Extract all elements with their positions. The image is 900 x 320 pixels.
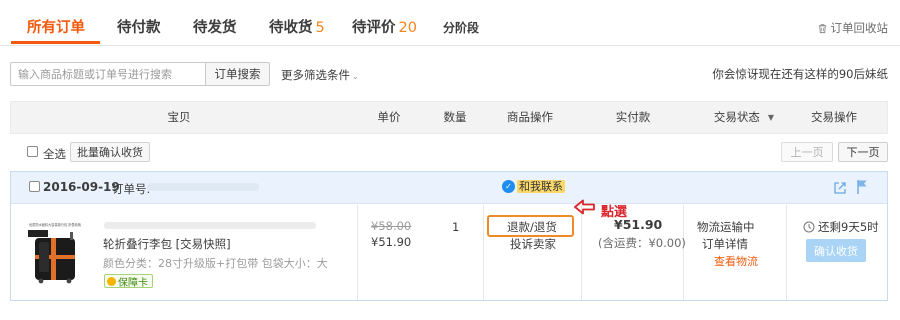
tab-count-badge: 5 xyxy=(315,20,325,36)
original-price: ¥58.00 xyxy=(371,219,412,233)
order-search-input[interactable] xyxy=(10,62,206,86)
orders-table-header: 宝贝 单价 数量 商品操作 实付款 交易状态 ▼ 交易操作 xyxy=(10,101,888,134)
item-quantity: 1 xyxy=(452,220,460,234)
column-divider xyxy=(683,205,684,300)
product-thumbnail[interactable]: 优质防水面料大容量旅行包 折叠收纳 xyxy=(25,220,85,286)
tab-pending-payment[interactable]: 待付款 xyxy=(117,16,164,37)
tab-pending-review[interactable]: 待评价 20 xyxy=(352,16,417,37)
annotation-arrow-icon xyxy=(574,199,595,215)
order-card: 2016-09-19 订单号: ✓ 和我联系 优质防水面料大容量旅行包 折叠收纳 xyxy=(10,171,888,301)
order-date: 2016-09-19 xyxy=(43,180,120,194)
view-logistics-link[interactable]: 查看物流 xyxy=(714,253,758,269)
refund-return-link[interactable]: 退款/退货 xyxy=(507,219,557,235)
dropdown-triangle-icon: ▼ xyxy=(767,113,775,122)
order-tabs: 所有订单 待付款 待发货 待收货 5 待评价 20 分阶段 订单回收站 xyxy=(0,0,900,46)
batch-confirm-button[interactable]: 批量确认收货 xyxy=(70,142,150,162)
recycle-bin-link[interactable]: 订单回收站 xyxy=(817,20,888,36)
tab-all-orders[interactable]: 所有订单 xyxy=(27,16,88,37)
clock-icon xyxy=(803,221,815,233)
tab-pending-receipt[interactable]: 待收货 5 xyxy=(269,16,325,37)
product-title-link[interactable]: 轮折叠行李包 [交易快照] xyxy=(103,236,231,252)
col-header-unit-price: 单价 xyxy=(377,110,401,124)
product-title-redacted xyxy=(104,222,316,229)
remaining-time: 还剩9天5时 xyxy=(803,219,879,235)
confirm-receipt-button[interactable]: 确认收货 xyxy=(806,239,866,262)
guarantee-card-badge[interactable]: 保障卡 xyxy=(104,274,153,289)
tab-pending-shipment[interactable]: 待发货 xyxy=(193,16,240,37)
promo-hint-text[interactable]: 你会惊讶现在还有这样的90后妹纸 xyxy=(712,66,888,82)
next-page-button[interactable]: 下一页 xyxy=(838,142,888,162)
order-number-redacted xyxy=(147,183,259,191)
order-checkbox[interactable] xyxy=(29,181,40,192)
svg-text:优质防水面料大容量旅行包 折叠收纳: 优质防水面料大容量旅行包 折叠收纳 xyxy=(29,222,81,227)
trash-icon xyxy=(818,23,826,33)
freight-note: (含运费：¥0.00) xyxy=(598,236,686,250)
col-header-trade-actions: 交易操作 xyxy=(811,110,857,124)
select-all-label: 全选 xyxy=(43,147,66,161)
trade-status: 物流运输中 xyxy=(697,220,755,234)
tab-installments[interactable]: 分阶段 xyxy=(443,19,479,36)
order-details-link[interactable]: 订单详情 xyxy=(702,236,748,252)
column-divider xyxy=(786,205,787,300)
column-divider xyxy=(483,205,484,300)
col-header-amount-paid: 实付款 xyxy=(615,110,651,124)
order-search-button[interactable]: 订单搜索 xyxy=(205,62,270,86)
amount-paid: ¥51.90 xyxy=(614,217,663,232)
share-icon[interactable] xyxy=(833,181,847,195)
guarantee-icon xyxy=(107,276,116,286)
order-header: 2016-09-19 订单号: ✓ 和我联系 xyxy=(11,172,887,204)
select-all-checkbox[interactable] xyxy=(27,146,38,157)
col-header-item-actions: 商品操作 xyxy=(507,110,553,124)
product-spec: 颜色分类：28寸升级版+打包带 包袋大小：大 xyxy=(103,257,328,270)
current-price: ¥51.90 xyxy=(371,235,412,249)
contact-seller-button[interactable]: ✓ 和我联系 xyxy=(502,180,565,193)
chevron-down-icon: ⌄ xyxy=(352,72,359,81)
col-header-item: 宝贝 xyxy=(167,110,191,124)
col-header-trade-status[interactable]: 交易状态 ▼ xyxy=(714,102,774,133)
complain-seller-link[interactable]: 投诉卖家 xyxy=(510,236,556,252)
prev-page-button[interactable]: 上一页 xyxy=(781,142,833,162)
order-number-label: 订单号: xyxy=(112,182,151,196)
column-divider xyxy=(357,205,358,300)
col-header-quantity: 数量 xyxy=(443,110,467,124)
flag-icon[interactable] xyxy=(856,179,869,194)
chat-icon: ✓ xyxy=(502,180,515,193)
tab-count-badge: 20 xyxy=(398,20,417,36)
column-divider xyxy=(581,205,582,300)
more-filters-toggle[interactable]: 更多筛选条件 ⌄ xyxy=(281,67,359,83)
active-tab-underline xyxy=(11,41,100,44)
